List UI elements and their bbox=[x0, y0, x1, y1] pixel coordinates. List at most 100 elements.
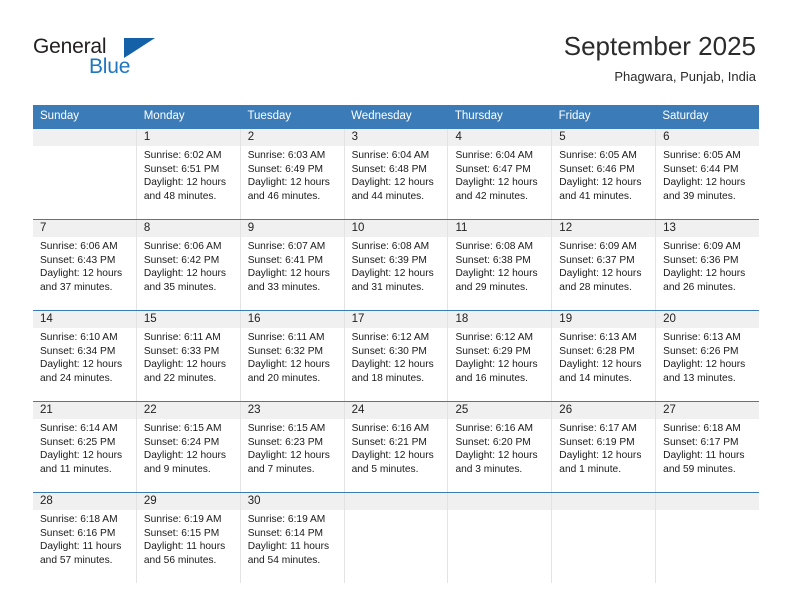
day-info: Sunrise: 6:06 AM Sunset: 6:42 PM Dayligh… bbox=[137, 237, 240, 294]
day-number: 16 bbox=[240, 311, 344, 328]
sunset-text: Sunset: 6:16 PM bbox=[40, 527, 116, 539]
logo-text-blue: Blue bbox=[89, 55, 131, 78]
day-cell[interactable]: 13 Sunrise: 6:09 AM Sunset: 6:36 PM Dayl… bbox=[655, 220, 760, 310]
page-subtitle: Phagwara, Punjab, India bbox=[614, 69, 756, 84]
day-number: 2 bbox=[240, 129, 344, 146]
day-cell[interactable]: 10 Sunrise: 6:08 AM Sunset: 6:39 PM Dayl… bbox=[343, 220, 448, 310]
sunset-text: Sunset: 6:42 PM bbox=[143, 254, 220, 266]
day-number: 21 bbox=[33, 402, 136, 419]
daylight-text-line1: Daylight: 12 hours bbox=[663, 359, 746, 370]
day-number: 12 bbox=[552, 220, 656, 237]
sunrise-text: Sunrise: 6:19 AM bbox=[247, 514, 326, 525]
day-cell[interactable]: 23 Sunrise: 6:15 AM Sunset: 6:23 PM Dayl… bbox=[239, 402, 344, 492]
daylight-text-line1: Daylight: 11 hours bbox=[247, 541, 330, 552]
sunrise-text: Sunrise: 6:16 AM bbox=[455, 423, 534, 434]
day-cell[interactable]: 17 Sunrise: 6:12 AM Sunset: 6:30 PM Dayl… bbox=[343, 311, 448, 401]
day-cell[interactable] bbox=[33, 129, 136, 219]
day-cell[interactable]: 8 Sunrise: 6:06 AM Sunset: 6:42 PM Dayli… bbox=[135, 220, 240, 310]
day-cell[interactable]: 11 Sunrise: 6:08 AM Sunset: 6:38 PM Dayl… bbox=[447, 220, 552, 310]
day-number: 22 bbox=[136, 402, 240, 419]
day-number: 28 bbox=[33, 493, 136, 510]
day-cell[interactable]: 12 Sunrise: 6:09 AM Sunset: 6:37 PM Dayl… bbox=[551, 220, 656, 310]
day-cell[interactable] bbox=[447, 493, 552, 583]
daylight-text-line1: Daylight: 12 hours bbox=[40, 450, 123, 461]
week-row: 14 Sunrise: 6:10 AM Sunset: 6:34 PM Dayl… bbox=[33, 310, 760, 401]
day-cell[interactable] bbox=[343, 493, 448, 583]
daylight-text-line1: Daylight: 12 hours bbox=[455, 177, 538, 188]
daylight-text-line2: and 29 minutes. bbox=[455, 281, 528, 293]
day-cell[interactable]: 4 Sunrise: 6:04 AM Sunset: 6:47 PM Dayli… bbox=[447, 129, 552, 219]
sunrise-text: Sunrise: 6:04 AM bbox=[455, 150, 534, 161]
daylight-text-line1: Daylight: 12 hours bbox=[663, 268, 746, 279]
sunset-text: Sunset: 6:32 PM bbox=[247, 345, 324, 357]
sunset-text: Sunset: 6:29 PM bbox=[455, 345, 531, 357]
week-row: 1 Sunrise: 6:02 AM Sunset: 6:51 PM Dayli… bbox=[33, 128, 760, 219]
day-info: Sunrise: 6:03 AM Sunset: 6:49 PM Dayligh… bbox=[241, 146, 344, 203]
sunrise-text: Sunrise: 6:03 AM bbox=[247, 150, 326, 161]
day-cell[interactable]: 9 Sunrise: 6:07 AM Sunset: 6:41 PM Dayli… bbox=[239, 220, 344, 310]
sunset-text: Sunset: 6:15 PM bbox=[143, 527, 220, 539]
day-cell[interactable]: 21 Sunrise: 6:14 AM Sunset: 6:25 PM Dayl… bbox=[33, 402, 136, 492]
sunset-text: Sunset: 6:33 PM bbox=[143, 345, 220, 357]
daylight-text-line2: and 35 minutes. bbox=[143, 281, 217, 293]
day-cell[interactable]: 14 Sunrise: 6:10 AM Sunset: 6:34 PM Dayl… bbox=[33, 311, 136, 401]
day-cell[interactable] bbox=[655, 493, 760, 583]
daylight-text-line1: Daylight: 12 hours bbox=[351, 268, 434, 279]
daylight-text-line2: and 7 minutes. bbox=[247, 463, 315, 475]
day-cell[interactable]: 16 Sunrise: 6:11 AM Sunset: 6:32 PM Dayl… bbox=[239, 311, 344, 401]
daylight-text-line1: Daylight: 12 hours bbox=[40, 268, 123, 279]
day-cell[interactable]: 25 Sunrise: 6:16 AM Sunset: 6:20 PM Dayl… bbox=[447, 402, 552, 492]
day-number: 3 bbox=[344, 129, 448, 146]
day-cell[interactable]: 22 Sunrise: 6:15 AM Sunset: 6:24 PM Dayl… bbox=[135, 402, 240, 492]
day-number: 5 bbox=[552, 129, 656, 146]
sunrise-text: Sunrise: 6:11 AM bbox=[143, 332, 221, 343]
day-number: 24 bbox=[344, 402, 448, 419]
day-cell[interactable]: 24 Sunrise: 6:16 AM Sunset: 6:21 PM Dayl… bbox=[343, 402, 448, 492]
day-info: Sunrise: 6:16 AM Sunset: 6:20 PM Dayligh… bbox=[448, 419, 551, 476]
day-cell[interactable]: 30 Sunrise: 6:19 AM Sunset: 6:14 PM Dayl… bbox=[239, 493, 344, 583]
sunset-text: Sunset: 6:34 PM bbox=[40, 345, 116, 357]
day-info: Sunrise: 6:04 AM Sunset: 6:47 PM Dayligh… bbox=[448, 146, 551, 203]
daylight-text-line2: and 18 minutes. bbox=[351, 372, 425, 384]
daylight-text-line1: Daylight: 12 hours bbox=[559, 359, 642, 370]
daylight-text-line1: Daylight: 12 hours bbox=[663, 177, 746, 188]
day-cell[interactable]: 1 Sunrise: 6:02 AM Sunset: 6:51 PM Dayli… bbox=[135, 129, 240, 219]
day-cell[interactable]: 29 Sunrise: 6:19 AM Sunset: 6:15 PM Dayl… bbox=[135, 493, 240, 583]
day-number: 6 bbox=[656, 129, 760, 146]
daylight-text-line2: and 9 minutes. bbox=[143, 463, 211, 475]
daylight-text-line2: and 5 minutes. bbox=[351, 463, 419, 475]
day-cell[interactable]: 18 Sunrise: 6:12 AM Sunset: 6:29 PM Dayl… bbox=[447, 311, 552, 401]
day-info: Sunrise: 6:11 AM Sunset: 6:33 PM Dayligh… bbox=[137, 328, 240, 385]
day-cell[interactable]: 19 Sunrise: 6:13 AM Sunset: 6:28 PM Dayl… bbox=[551, 311, 656, 401]
weekday-header-row: Sunday Monday Tuesday Wednesday Thursday… bbox=[33, 105, 759, 128]
day-cell[interactable]: 26 Sunrise: 6:17 AM Sunset: 6:19 PM Dayl… bbox=[551, 402, 656, 492]
day-cell[interactable]: 3 Sunrise: 6:04 AM Sunset: 6:48 PM Dayli… bbox=[343, 129, 448, 219]
day-number: 13 bbox=[656, 220, 760, 237]
day-cell[interactable]: 27 Sunrise: 6:18 AM Sunset: 6:17 PM Dayl… bbox=[655, 402, 760, 492]
sunset-text: Sunset: 6:49 PM bbox=[247, 163, 324, 175]
day-number: 23 bbox=[240, 402, 344, 419]
general-blue-logo[interactable]: General Blue bbox=[33, 36, 163, 82]
daylight-text-line1: Daylight: 12 hours bbox=[351, 450, 434, 461]
day-cell[interactable] bbox=[551, 493, 656, 583]
day-cell[interactable]: 28 Sunrise: 6:18 AM Sunset: 6:16 PM Dayl… bbox=[33, 493, 136, 583]
day-number: 17 bbox=[344, 311, 448, 328]
day-cell[interactable]: 5 Sunrise: 6:05 AM Sunset: 6:46 PM Dayli… bbox=[551, 129, 656, 219]
daylight-text-line2: and 37 minutes. bbox=[40, 281, 113, 293]
day-cell[interactable]: 6 Sunrise: 6:05 AM Sunset: 6:44 PM Dayli… bbox=[655, 129, 760, 219]
weekday-header-sunday: Sunday bbox=[40, 110, 80, 122]
daylight-text-line2: and 3 minutes. bbox=[455, 463, 523, 475]
day-cell[interactable]: 2 Sunrise: 6:03 AM Sunset: 6:49 PM Dayli… bbox=[239, 129, 344, 219]
daylight-text-line2: and 59 minutes. bbox=[663, 463, 736, 475]
daylight-text-line2: and 41 minutes. bbox=[559, 190, 632, 202]
day-number: 19 bbox=[552, 311, 656, 328]
day-cell[interactable]: 7 Sunrise: 6:06 AM Sunset: 6:43 PM Dayli… bbox=[33, 220, 136, 310]
day-cell[interactable]: 15 Sunrise: 6:11 AM Sunset: 6:33 PM Dayl… bbox=[135, 311, 240, 401]
sunrise-text: Sunrise: 6:19 AM bbox=[143, 514, 222, 525]
sunrise-text: Sunrise: 6:15 AM bbox=[247, 423, 326, 434]
daylight-text-line2: and 42 minutes. bbox=[455, 190, 528, 202]
day-number: 26 bbox=[552, 402, 656, 419]
day-cell[interactable]: 20 Sunrise: 6:13 AM Sunset: 6:26 PM Dayl… bbox=[655, 311, 760, 401]
day-info: Sunrise: 6:09 AM Sunset: 6:36 PM Dayligh… bbox=[656, 237, 759, 294]
day-number: 11 bbox=[448, 220, 552, 237]
